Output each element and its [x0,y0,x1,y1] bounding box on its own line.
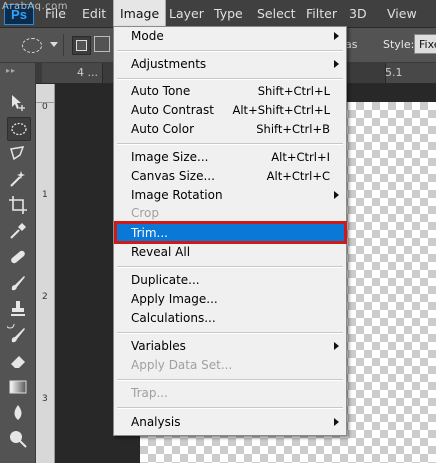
menu-item-label: Apply Image... [131,292,218,306]
ruler-label-2: 2 [42,292,48,302]
menu-item-crop: Crop [114,204,346,223]
gradient-icon[interactable] [7,376,29,398]
menu-image[interactable]: Image [113,0,167,27]
brush-icon[interactable] [7,272,29,294]
dodge-icon[interactable] [7,428,29,450]
menu-item-shortcut: Shift+Ctrl+L [257,84,330,98]
new-selection-button[interactable] [72,36,91,55]
crop-icon[interactable] [7,194,29,216]
submenu-arrow-icon [334,32,339,40]
menu-item-label: Trap... [131,386,168,400]
image-menu-dropdown: Mode Adjustments Auto Tone Shift+Ctrl+L … [113,26,347,436]
menu-separator [117,266,343,268]
menu-item-mode[interactable]: Mode [114,27,346,46]
menu-item-label: Canvas Size... [131,169,215,183]
menu-item-label: Image Size... [131,150,209,164]
menu-filter[interactable]: Filter [306,0,337,27]
menu-separator [117,332,343,334]
ruler-corner [36,84,55,103]
move-icon[interactable] [7,92,29,114]
menu-item-trap: Trap... [114,384,346,403]
menu-separator [117,143,343,145]
menu-item-label: Analysis [131,415,181,429]
menu-item-label: Variables [131,339,186,353]
menu-item-label: Mode [131,29,164,43]
style-select[interactable]: Fixed [414,34,436,54]
menu-separator [117,78,343,80]
eraser-icon[interactable] [7,350,29,372]
menu-item-shortcut: Alt+Shift+Ctrl+L [232,103,331,117]
menu-edit[interactable]: Edit [82,0,106,27]
add-to-selection-button[interactable] [94,36,110,52]
submenu-arrow-icon [334,60,339,68]
magic-wand-icon[interactable] [7,168,29,190]
vertical-ruler: 0 1 2 3 [36,84,55,463]
eyedropper-icon[interactable] [7,220,29,242]
menu-item-auto-tone[interactable]: Auto Tone Shift+Ctrl+L [114,82,346,101]
menu-item-label: Duplicate... [131,273,200,287]
menu-separator [117,50,343,52]
menu-3d[interactable]: 3D [349,0,367,27]
menu-separator [117,379,343,381]
menu-type[interactable]: Type [214,0,243,27]
menu-item-analysis[interactable]: Analysis [114,413,346,432]
submenu-arrow-icon [334,418,339,426]
menu-item-label: Reveal All [131,245,191,259]
menu-item-calculations[interactable]: Calculations... [114,309,346,328]
blur-icon[interactable] [7,402,29,424]
history-brush-icon[interactable] [5,319,29,346]
ruler-label-0: 0 [42,102,48,112]
menu-item-label: Auto Tone [131,84,191,98]
elliptical-marquee-preset-icon[interactable] [22,38,42,53]
menu-item-shortcut: Alt+Ctrl+C [266,169,330,183]
menu-item-reveal-all[interactable]: Reveal All [114,243,346,262]
panel-grip-icon[interactable]: ▸▸ [6,66,16,75]
menu-bar: Ps ArabAq.com File Edit Image Layer Type… [0,0,436,28]
menu-item-label: Crop [131,206,160,220]
menu-item-label: Calculations... [131,311,216,325]
menu-item-label: Auto Color [131,122,195,136]
menu-item-apply-data-set: Apply Data Set... [114,356,346,375]
style-label: Style: [383,38,415,51]
menu-item-auto-color[interactable]: Auto Color Shift+Ctrl+B [114,120,346,139]
menu-item-auto-contrast[interactable]: Auto Contrast Alt+Shift+Ctrl+L [114,101,346,120]
menu-view[interactable]: View [387,0,417,27]
menu-select[interactable]: Select [257,0,296,27]
ruler-label-1: 1 [42,190,48,200]
options-divider [63,34,64,56]
menu-item-label: Adjustments [131,57,207,71]
menu-layer[interactable]: Layer [169,0,204,27]
submenu-arrow-icon [334,191,339,199]
submenu-arrow-icon [334,342,339,350]
menu-item-label: Apply Data Set... [131,358,233,372]
menu-item-adjustments[interactable]: Adjustments [114,55,346,74]
menu-item-duplicate[interactable]: Duplicate... [114,271,346,290]
tab-2-label: 5.1 [385,66,403,79]
clone-stamp-icon[interactable] [7,298,29,320]
menu-item-variables[interactable]: Variables [114,337,346,356]
tab-1-label: 4 ... [77,66,98,79]
menu-file[interactable]: File [45,0,66,27]
menu-item-image-size[interactable]: Image Size... Alt+Ctrl+I [114,148,346,167]
menu-separator [117,407,343,409]
menu-item-shortcut: Alt+Ctrl+I [271,150,330,164]
menu-item-label: Image Rotation [131,188,223,202]
menu-item-shortcut: Shift+Ctrl+B [256,122,330,136]
menu-item-label: Auto Contrast [131,103,214,117]
healing-brush-icon[interactable] [7,246,29,268]
menu-item-canvas-size[interactable]: Canvas Size... Alt+Ctrl+C [114,167,346,186]
menu-item-apply-image[interactable]: Apply Image... [114,290,346,309]
preset-dropdown-icon[interactable] [50,42,58,47]
lasso-icon[interactable] [7,143,29,165]
menu-item-label: Trim... [131,226,168,240]
elliptical-marquee-icon[interactable] [7,117,31,141]
ruler-label-3: 3 [42,394,48,404]
tools-panel: ▸▸ [0,63,36,463]
menu-item-trim[interactable]: Trim... [114,224,346,243]
menu-item-image-rotation[interactable]: Image Rotation [114,186,346,205]
